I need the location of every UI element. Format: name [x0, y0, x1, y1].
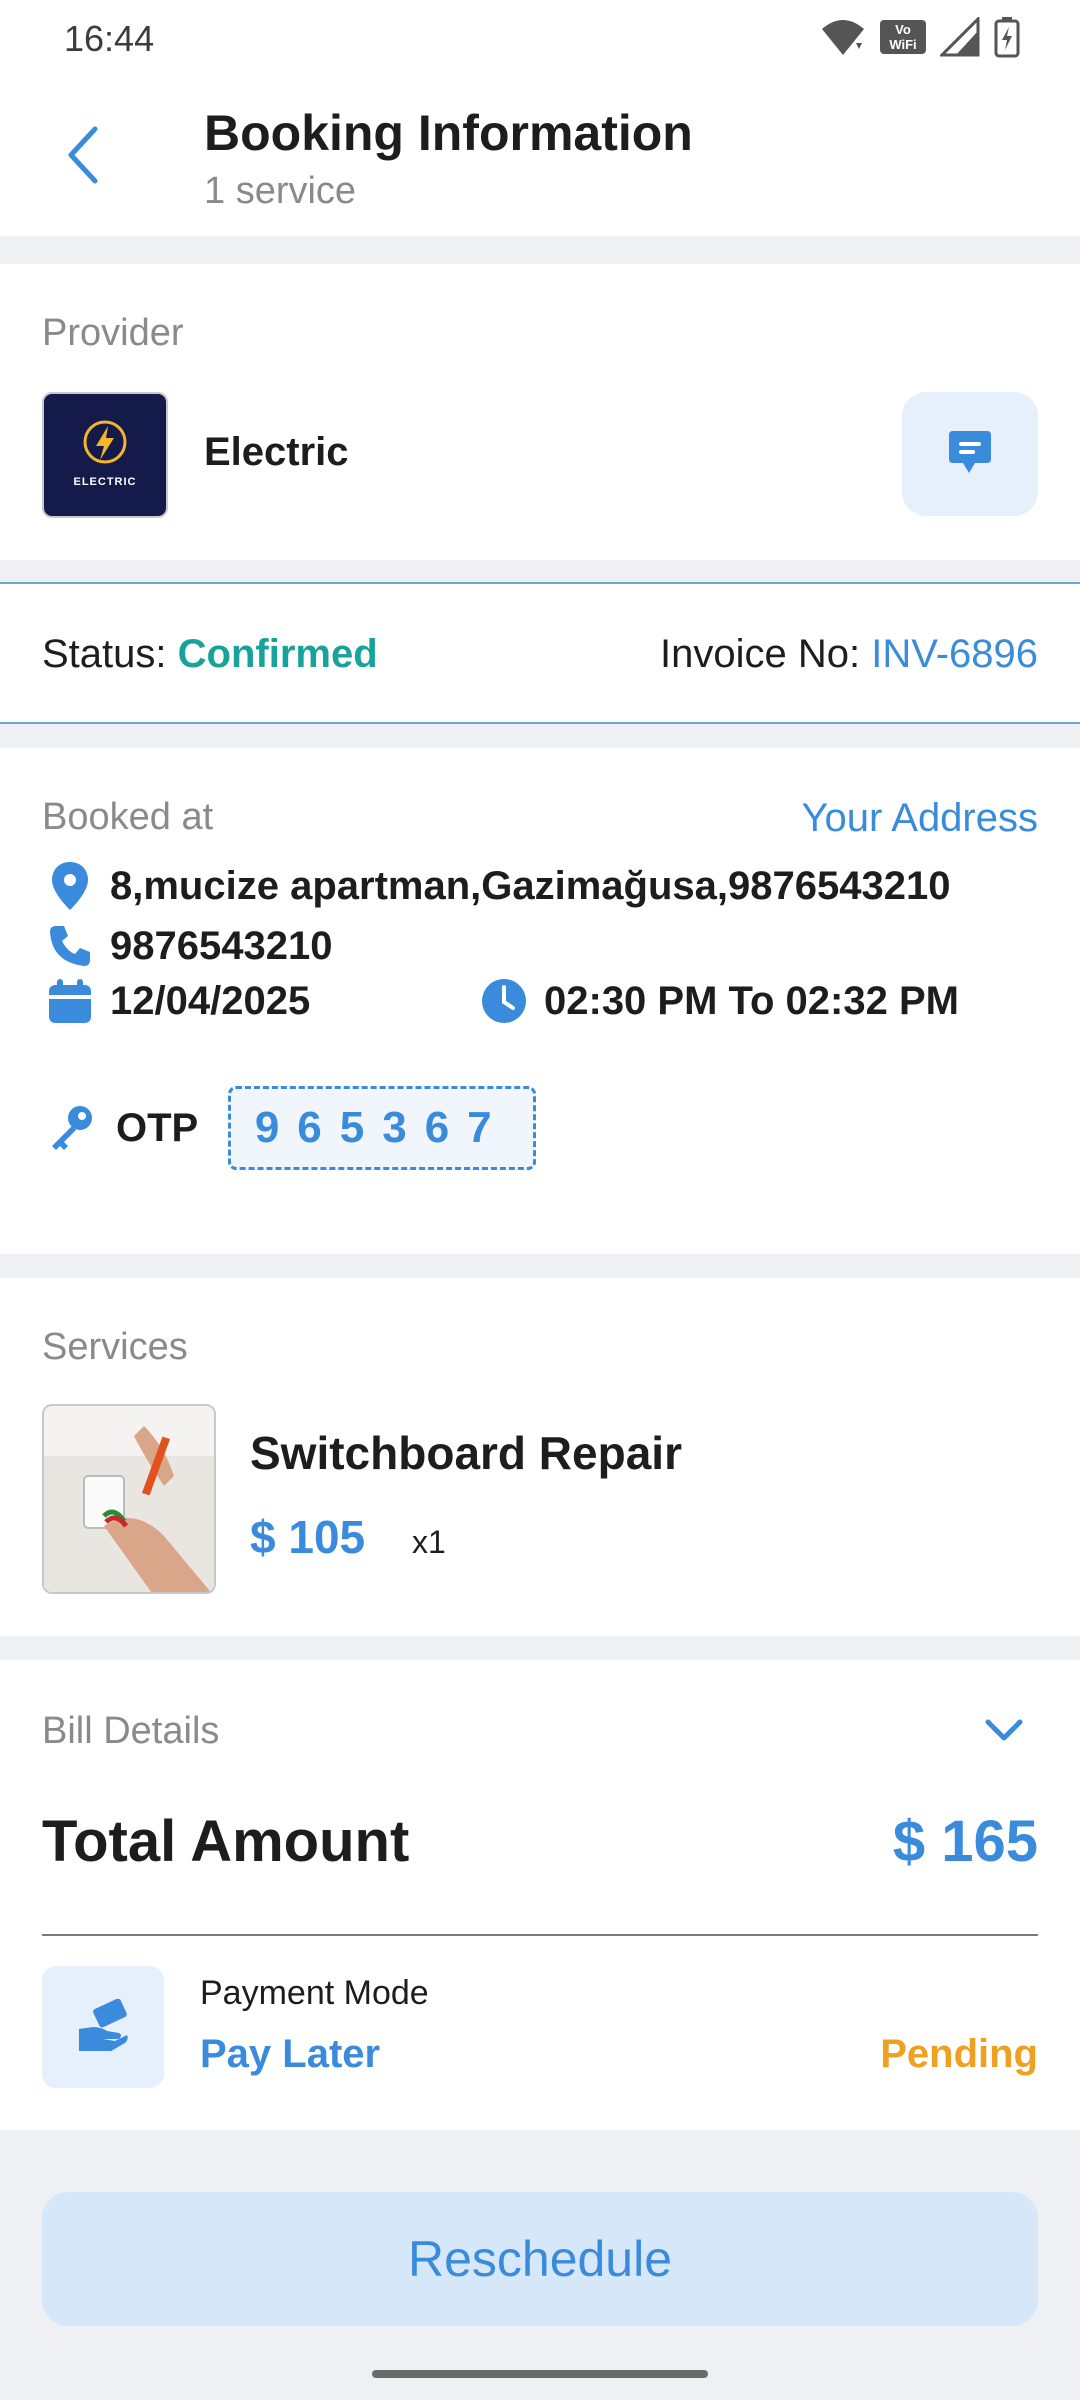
signal-icon: [940, 17, 980, 57]
payment-mode-value: Pay Later: [200, 2032, 381, 2076]
services-card: Services Switchboard Repair $ 105 x1: [0, 1278, 1080, 1636]
payment-mode-label: Payment Mode: [200, 1974, 429, 2012]
battery-icon: [994, 17, 1020, 58]
time-row: 02:30 PM To 02:32 PM: [476, 973, 959, 1029]
chevron-down-icon: [985, 1719, 1023, 1741]
chevron-left-icon: [68, 126, 98, 184]
booking-status: Status: Confirmed: [42, 632, 378, 677]
bill-details-card: Bill Details Total Amount $ 165 Payment …: [0, 1660, 1080, 2130]
status-time: 16:44: [64, 18, 155, 59]
otp-label: OTP: [116, 1105, 199, 1150]
date-text: 12/04/2025: [110, 978, 311, 1023]
divider: [42, 1934, 1038, 1936]
chat-icon: [949, 431, 991, 473]
page-title: Booking Information: [204, 105, 693, 161]
volte-line2: WiFi: [889, 37, 917, 52]
volte-line1: Vo: [895, 22, 911, 37]
date-row: 12/04/2025: [42, 973, 310, 1029]
status-bar: 16:44 Vo WiFi: [0, 0, 1080, 80]
total-amount-value: $ 165: [892, 1809, 1038, 1874]
provider-section-label: Provider: [42, 312, 184, 354]
key-icon: [42, 1100, 98, 1156]
services-section-label: Services: [42, 1326, 188, 1368]
volte-wifi-icon: Vo WiFi: [880, 20, 926, 54]
invoice-value: INV-6896: [871, 632, 1038, 676]
phone-row: 9876543210: [42, 918, 332, 974]
phone-text: 9876543210: [110, 923, 333, 968]
wifi-icon: [822, 20, 864, 55]
payment-icon-tile: [42, 1966, 164, 2088]
phone-icon: [42, 918, 98, 974]
back-button[interactable]: [48, 120, 118, 190]
hand-money-icon: [79, 1999, 128, 2051]
bill-details-label: Bill Details: [42, 1710, 220, 1752]
gesture-nav-handle[interactable]: [372, 2370, 708, 2378]
otp-row: OTP 965367: [42, 1086, 537, 1170]
service-price: $ 105: [250, 1511, 366, 1563]
clock-icon: [476, 973, 532, 1029]
provider-logo-text: ELECTRIC: [73, 476, 137, 488]
provider-logo: ELECTRIC: [42, 392, 168, 518]
invoice-label: Invoice No:: [659, 632, 861, 676]
address-row: 8,mucize apartman,Gazimağusa,9876543210: [42, 858, 950, 914]
provider-card: Provider ELECTRIC Electric: [0, 264, 1080, 560]
bill-details-toggle[interactable]: [984, 1718, 1024, 1749]
service-image: [42, 1404, 216, 1594]
time-text: 02:30 PM To 02:32 PM: [544, 978, 959, 1023]
booked-at-label: Booked at: [42, 796, 214, 838]
app-bar: Booking Information 1 service: [0, 80, 1080, 236]
total-amount-label: Total Amount: [42, 1809, 410, 1874]
otp-code: 965367: [228, 1086, 537, 1170]
your-address-link[interactable]: Your Address: [802, 796, 1038, 841]
provider-name: Electric: [204, 430, 349, 474]
status-label: Status:: [42, 632, 167, 676]
payment-status: Pending: [880, 2032, 1038, 2076]
chat-button[interactable]: [902, 392, 1038, 516]
status-row: Status: Confirmed Invoice No: INV-6896: [0, 582, 1080, 724]
invoice-number: Invoice No: INV-6896: [660, 632, 1038, 677]
status-value: Confirmed: [177, 632, 378, 676]
status-icons: Vo WiFi: [820, 16, 1020, 58]
calendar-icon: [42, 973, 98, 1029]
lightning-logo-icon: [83, 420, 127, 464]
location-pin-icon: [42, 858, 98, 914]
reschedule-button[interactable]: Reschedule: [42, 2192, 1038, 2326]
service-quantity: x1: [412, 1524, 446, 1560]
booking-details-card: Booked at Your Address 8,mucize apartman…: [0, 748, 1080, 1254]
service-name: Switchboard Repair: [250, 1427, 682, 1479]
address-text: 8,mucize apartman,Gazimağusa,9876543210: [110, 863, 951, 908]
page-subtitle: 1 service: [204, 170, 357, 212]
